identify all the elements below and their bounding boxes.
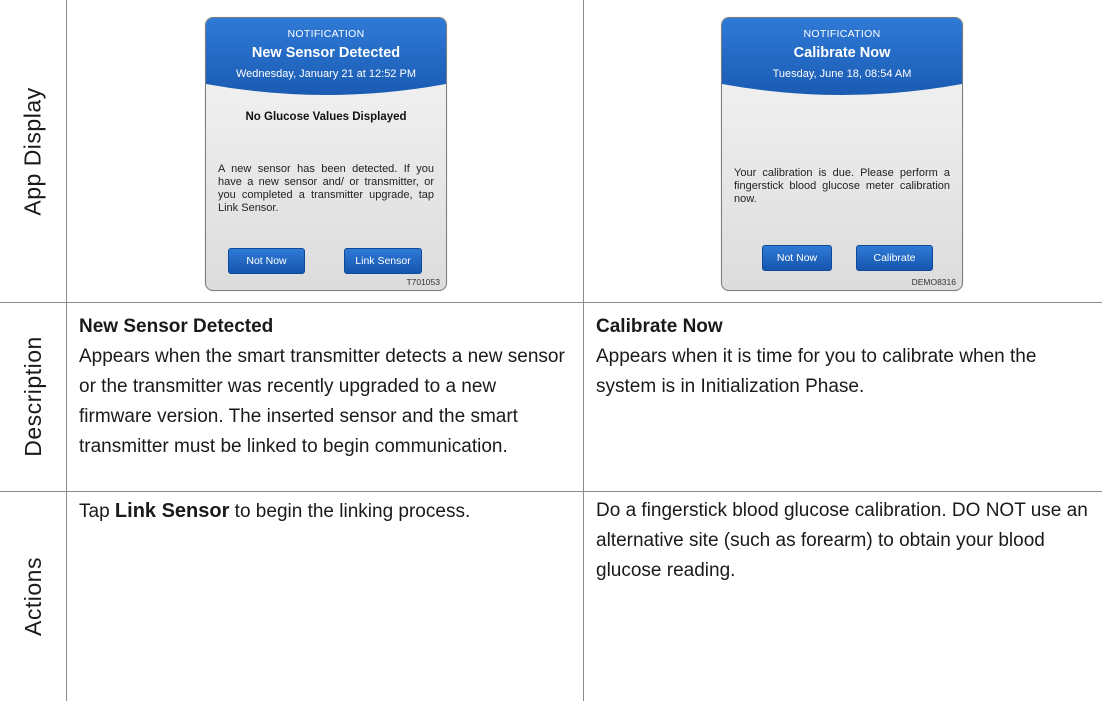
description-right-text: Appears when it is time for you to calib… <box>596 346 1037 397</box>
figure-code: DEMO8316 <box>911 277 956 287</box>
row-label-text: Actions <box>19 556 46 636</box>
notification-kicker: NOTIFICATION <box>287 28 365 40</box>
actions-right-cell: Do a fingerstick blood glucose calibrati… <box>596 496 1096 586</box>
row-divider-2 <box>0 491 1102 492</box>
actions-left-suffix: to begin the linking process. <box>229 501 471 522</box>
notification-kicker: NOTIFICATION <box>803 28 881 40</box>
notification-message: Your calibration is due. Please perform … <box>734 167 950 205</box>
calibrate-now-notification-card: NOTIFICATION Calibrate Now Tuesday, June… <box>721 17 963 291</box>
notification-message: A new sensor has been detected. If you h… <box>218 163 434 214</box>
not-now-button[interactable]: Not Now <box>762 245 832 271</box>
description-right-cell: Calibrate Now Appears when it is time fo… <box>596 312 1096 402</box>
row-label-text: Description <box>19 336 46 457</box>
row-label-actions: Actions <box>0 491 66 701</box>
figure-code: T701053 <box>406 277 440 287</box>
actions-left-cell: Tap Link Sensor to begin the linking pro… <box>79 496 574 527</box>
description-left-cell: New Sensor Detected Appears when the sma… <box>79 312 574 462</box>
actions-left-link-sensor: Link Sensor <box>114 500 230 522</box>
row-label-text: App Display <box>19 86 46 216</box>
link-sensor-button[interactable]: Link Sensor <box>344 248 422 274</box>
row-label-description: Description <box>0 302 66 491</box>
table-left-divider <box>66 0 67 701</box>
row-divider-1 <box>0 302 1102 303</box>
description-right-title: Calibrate Now <box>596 316 723 337</box>
notification-title: Calibrate Now <box>793 45 891 61</box>
calibrate-button[interactable]: Calibrate <box>856 245 933 271</box>
description-left-title: New Sensor Detected <box>79 316 274 337</box>
actions-right-text: Do a fingerstick blood glucose calibrati… <box>596 500 1088 581</box>
row-label-app-display: App Display <box>0 0 66 302</box>
notification-header: NOTIFICATION Calibrate Now Tuesday, June… <box>722 18 962 100</box>
notification-date: Wednesday, January 21 at 12:52 PM <box>236 68 416 80</box>
notification-header: NOTIFICATION New Sensor Detected Wednesd… <box>206 18 446 100</box>
table-middle-divider <box>583 0 584 701</box>
new-sensor-notification-card: NOTIFICATION New Sensor Detected Wednesd… <box>205 17 447 291</box>
notification-title: New Sensor Detected <box>251 45 401 61</box>
actions-left-prefix: Tap <box>79 501 115 522</box>
not-now-button[interactable]: Not Now <box>228 248 305 274</box>
description-left-text: Appears when the smart transmitter detec… <box>79 346 565 457</box>
notification-subtitle: No Glucose Values Displayed <box>245 111 407 123</box>
notification-date: Tuesday, June 18, 08:54 AM <box>772 68 912 80</box>
